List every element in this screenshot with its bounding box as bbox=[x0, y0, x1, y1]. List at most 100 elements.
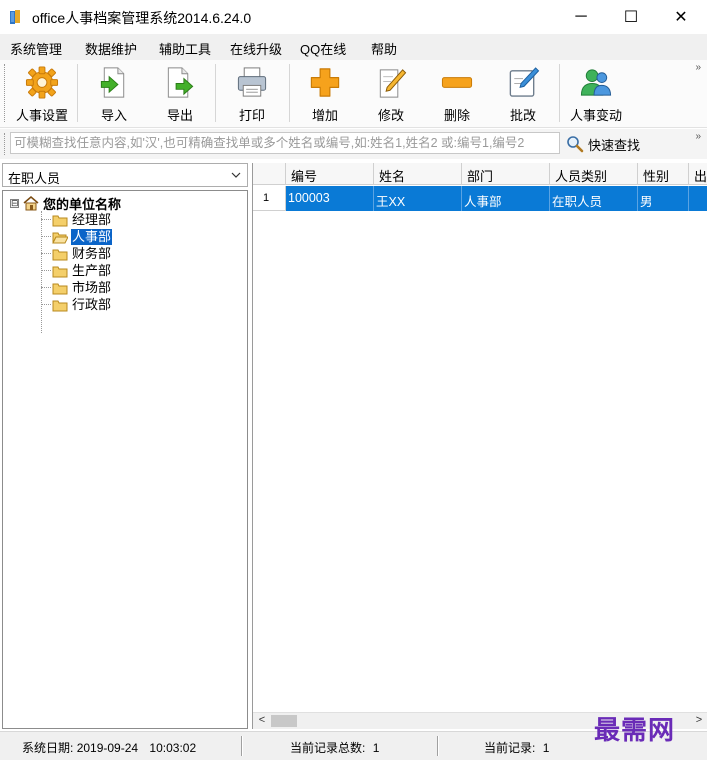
tree-item-finance-dept[interactable]: 财务部 bbox=[41, 245, 112, 262]
edit-icon bbox=[379, 69, 407, 98]
column-header-dept[interactable]: 部门 bbox=[462, 163, 550, 185]
status-time-value: 10:03:02 bbox=[149, 741, 197, 755]
tree-item-label: 人事部 bbox=[71, 228, 113, 245]
minus-icon bbox=[441, 77, 473, 88]
cell-dept[interactable]: 人事部 bbox=[462, 186, 550, 211]
toolbar-grip[interactable] bbox=[4, 64, 7, 122]
row-number: 1 bbox=[253, 186, 286, 211]
scroll-thumb[interactable] bbox=[271, 715, 297, 727]
status-total: 当前记录总数: 1 bbox=[290, 739, 379, 756]
printer-icon bbox=[237, 67, 267, 97]
tree-root[interactable]: ⊟ 您的单位名称 bbox=[10, 195, 122, 212]
toolbar-separator bbox=[77, 64, 78, 122]
tree-item-label: 财务部 bbox=[72, 245, 112, 261]
menu-data[interactable]: 数据维护 bbox=[85, 39, 137, 58]
department-tree: ⊟ 您的单位名称 经理部 人事部 财务部 生产部 市场部 行政部 bbox=[2, 190, 248, 729]
hr-settings-label: 人事设置 bbox=[15, 108, 68, 123]
scroll-left-icon[interactable]: < bbox=[255, 714, 269, 728]
cell-name[interactable]: 王XX bbox=[374, 186, 462, 211]
cell-category[interactable]: 在职人员 bbox=[550, 186, 638, 211]
delete-button[interactable]: 删除 bbox=[433, 62, 481, 124]
magnifier-icon bbox=[567, 136, 584, 153]
status-current-value: 1 bbox=[542, 741, 550, 755]
import-icon bbox=[100, 67, 125, 98]
cell-birth[interactable] bbox=[689, 186, 707, 211]
print-label: 打印 bbox=[238, 108, 265, 123]
import-button[interactable]: 导入 bbox=[90, 62, 138, 124]
home-icon bbox=[23, 196, 39, 211]
hr-settings-button[interactable]: 人事设置 bbox=[12, 62, 72, 124]
tree-item-label: 经理部 bbox=[72, 211, 112, 227]
app-icon bbox=[10, 10, 20, 24]
row-cells-selected[interactable]: 100003 王XX 人事部 在职人员 男 bbox=[286, 186, 707, 211]
toolbar: 人事设置 导入 导出 打印 增加 修改 删除 批改 人事变动 » bbox=[0, 60, 707, 128]
menu-tools[interactable]: 辅助工具 bbox=[159, 39, 211, 58]
search-input[interactable] bbox=[10, 132, 560, 154]
edit-button[interactable]: 修改 bbox=[367, 62, 415, 124]
status-date: 系统日期: 2019-09-24 10:03:02 bbox=[22, 739, 196, 756]
users-icon bbox=[580, 69, 612, 96]
personnel-change-label: 人事变动 bbox=[569, 108, 622, 123]
tree-root-label: 您的单位名称 bbox=[43, 196, 122, 212]
toolbar-separator bbox=[559, 64, 560, 122]
folder-icon bbox=[52, 300, 68, 311]
print-button[interactable]: 打印 bbox=[228, 62, 276, 124]
gear-icon bbox=[25, 66, 59, 99]
personnel-change-button[interactable]: 人事变动 bbox=[566, 62, 626, 124]
menu-upgrade[interactable]: 在线升级 bbox=[230, 39, 282, 58]
delete-label: 删除 bbox=[443, 108, 470, 123]
status-total-label: 当前记录总数: bbox=[290, 741, 366, 755]
menu-system[interactable]: 系统管理 bbox=[10, 39, 62, 58]
window-title: office人事档案管理系统2014.6.24.0 bbox=[32, 10, 252, 26]
tree-item-production-dept[interactable]: 生产部 bbox=[41, 262, 112, 279]
search-bar-grip[interactable] bbox=[4, 133, 7, 155]
plus-icon bbox=[310, 68, 340, 97]
close-button[interactable]: ✕ bbox=[656, 0, 706, 34]
status-date-label: 系统日期: bbox=[22, 741, 74, 755]
column-header-birth[interactable]: 出 bbox=[689, 163, 707, 185]
table-row[interactable]: 1 100003 王XX 人事部 在职人员 男 bbox=[253, 186, 707, 211]
tree-item-label: 行政部 bbox=[72, 296, 112, 312]
menu-help[interactable]: 帮助 bbox=[371, 39, 397, 58]
batch-edit-button[interactable]: 批改 bbox=[499, 62, 547, 124]
import-label: 导入 bbox=[100, 108, 127, 123]
export-icon bbox=[167, 67, 194, 98]
tree-item-hr-dept[interactable]: 人事部 bbox=[41, 228, 113, 245]
staff-filter-dropdown[interactable]: 在职人员 bbox=[2, 163, 248, 187]
menu-bar: 系统管理 数据维护 辅助工具 在线升级 QQ在线 帮助 bbox=[0, 34, 707, 60]
employee-grid: 编号 姓名 部门 人员类别 性别 出 1 100003 王XX 人事部 在职人员… bbox=[252, 163, 707, 729]
cell-gender[interactable]: 男 bbox=[638, 186, 689, 211]
quick-search-button[interactable]: 快速查找 bbox=[566, 133, 640, 155]
collapse-icon[interactable]: ⊟ bbox=[10, 198, 19, 208]
staff-filter-value: 在职人员 bbox=[8, 171, 61, 186]
column-header-name[interactable]: 姓名 bbox=[374, 163, 462, 185]
scroll-right-icon[interactable]: > bbox=[692, 714, 706, 728]
column-header-category[interactable]: 人员类别 bbox=[550, 163, 638, 185]
export-button[interactable]: 导出 bbox=[156, 62, 204, 124]
tree-item-manager-dept[interactable]: 经理部 bbox=[41, 211, 112, 228]
status-total-value: 1 bbox=[372, 741, 380, 755]
add-button[interactable]: 增加 bbox=[301, 62, 349, 124]
batch-edit-icon bbox=[509, 67, 540, 97]
cell-id[interactable]: 100003 bbox=[286, 186, 374, 211]
column-header-gender[interactable]: 性别 bbox=[638, 163, 689, 185]
grid-header: 编号 姓名 部门 人员类别 性别 出 bbox=[253, 163, 707, 185]
folder-icon bbox=[52, 215, 68, 226]
minimize-button[interactable]: ─ bbox=[556, 0, 606, 34]
toolbar-separator bbox=[289, 64, 290, 122]
column-header-id[interactable]: 编号 bbox=[286, 163, 374, 185]
folder-icon bbox=[52, 249, 68, 260]
chevron-down-icon bbox=[231, 172, 241, 178]
maximize-button[interactable]: ☐ bbox=[606, 0, 656, 34]
export-label: 导出 bbox=[166, 108, 193, 123]
title-bar: office人事档案管理系统2014.6.24.0 ─ ☐ ✕ bbox=[0, 0, 707, 34]
search-bar-overflow-icon[interactable]: » bbox=[695, 131, 701, 142]
batch-edit-label: 批改 bbox=[509, 108, 536, 123]
tree-item-marketing-dept[interactable]: 市场部 bbox=[41, 279, 112, 296]
menu-qq[interactable]: QQ在线 bbox=[300, 39, 346, 58]
tree-item-admin-dept[interactable]: 行政部 bbox=[41, 296, 112, 313]
folder-icon bbox=[52, 283, 68, 294]
status-current-label: 当前记录: bbox=[484, 741, 536, 755]
folder-icon bbox=[52, 266, 68, 277]
toolbar-overflow-icon[interactable]: » bbox=[695, 62, 701, 73]
